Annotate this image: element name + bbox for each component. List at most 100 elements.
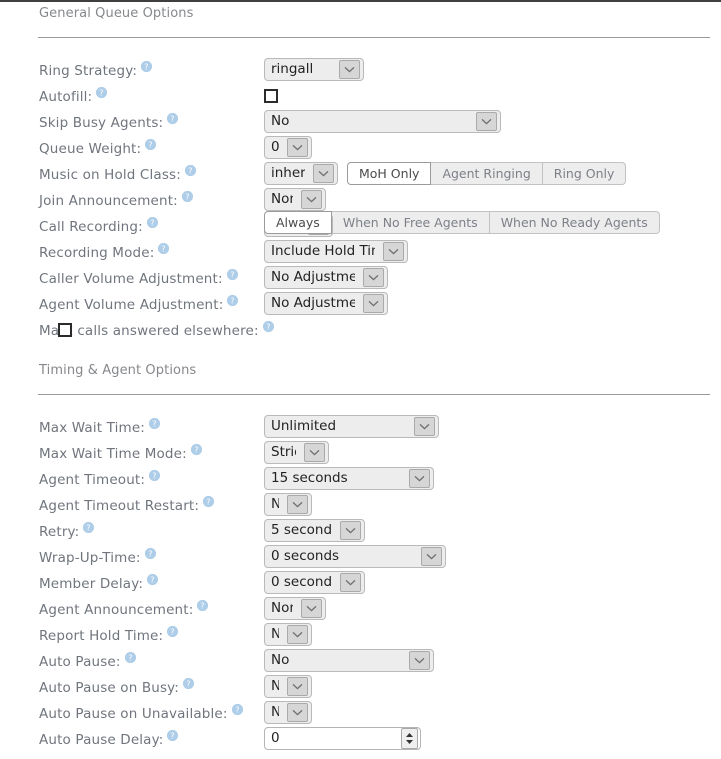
chevron-down-icon[interactable]	[409, 651, 430, 670]
help-question-icon[interactable]: ?	[183, 678, 194, 689]
button-moh-only[interactable]: MoH Only	[347, 162, 432, 185]
control-cell: Strict	[264, 441, 329, 464]
label-agent-volume-adjustment: Agent Volume Adjustment:?	[39, 292, 239, 318]
help-question-icon[interactable]: ?	[141, 61, 153, 72]
button-agent-ringing[interactable]: Agent Ringing	[431, 162, 543, 185]
select-retry[interactable]: 5 seconds	[264, 519, 365, 542]
help-question-icon[interactable]: ?	[148, 418, 160, 429]
form-row: Mark calls answered elsewhere:?	[0, 318, 721, 344]
help-question-icon[interactable]: ?	[227, 295, 239, 306]
help-question-icon[interactable]: ?	[145, 139, 157, 150]
chevron-down-icon[interactable]	[301, 599, 322, 618]
help-question-icon[interactable]: ?	[181, 191, 193, 202]
checkbox-autofill[interactable]	[264, 89, 278, 103]
chevron-down-icon[interactable]	[287, 677, 308, 696]
select-agent-timeout-restart[interactable]: No	[264, 493, 312, 516]
help-question-icon[interactable]: ?	[146, 217, 158, 228]
select-skip-busy-agents[interactable]: No	[264, 110, 501, 133]
top-border	[0, 0, 721, 2]
button-always[interactable]: Always	[264, 211, 332, 234]
select-join-announcement[interactable]: None	[264, 188, 326, 211]
checkbox-mark-calls-answered-elsewhere[interactable]	[58, 323, 72, 337]
label-wrap-up-time: Wrap-Up-Time:?	[39, 545, 156, 571]
select-caller-volume-adjustment[interactable]: No Adjustment	[264, 266, 388, 289]
chevron-down-icon[interactable]	[340, 521, 361, 540]
select-agent-announcement[interactable]: None	[264, 597, 326, 620]
form-row: Member Delay:? 0 seconds	[0, 571, 721, 597]
chevron-down-icon[interactable]	[383, 242, 404, 261]
select-auto-pause-on-unavailable[interactable]: No	[264, 701, 312, 724]
label-max-wait-time: Max Wait Time:?	[39, 415, 160, 441]
select-member-delay[interactable]: 0 seconds	[264, 571, 365, 594]
spinner-auto-pause-delay[interactable]: 0	[264, 727, 421, 750]
label-auto-pause-on-busy: Auto Pause on Busy:?	[39, 675, 194, 701]
label-auto-pause-delay: Auto Pause Delay:?	[39, 727, 179, 753]
help-question-icon[interactable]: ?	[144, 548, 156, 559]
form-row: Music on Hold Class:? inherit MoH OnlyAgen…	[0, 162, 721, 188]
control-cell: No	[264, 675, 312, 698]
select-value: 0	[271, 139, 279, 155]
label-music-on-hold-class: Music on Hold Class:?	[39, 162, 196, 188]
help-question-icon[interactable]: ?	[184, 165, 196, 176]
help-question-icon[interactable]: ?	[96, 87, 108, 98]
select-max-wait-time[interactable]: Unlimited	[264, 415, 439, 438]
help-question-icon[interactable]: ?	[190, 444, 202, 455]
help-question-icon[interactable]: ?	[124, 652, 136, 663]
select-report-hold-time[interactable]: No	[264, 623, 312, 646]
form-row: Retry:? 5 seconds	[0, 519, 721, 545]
help-question-icon[interactable]: ?	[167, 113, 179, 124]
select-wrap-up-time[interactable]: 0 seconds	[264, 545, 446, 568]
svg-text:?: ?	[171, 731, 175, 740]
chevron-down-icon[interactable]	[363, 268, 384, 287]
spinner-stepper-icon[interactable]	[401, 728, 418, 749]
chevron-down-icon[interactable]	[287, 625, 308, 644]
chevron-down-icon[interactable]	[301, 190, 322, 209]
help-question-icon[interactable]: ?	[167, 730, 179, 741]
select-queue-weight[interactable]: 0	[264, 136, 312, 159]
control-cell: 0 seconds	[264, 545, 446, 568]
chevron-down-icon[interactable]	[339, 60, 360, 79]
select-ring-strategy[interactable]: ringall	[264, 58, 364, 81]
chevron-down-icon[interactable]	[409, 469, 430, 488]
label-text: Member Delay:	[39, 576, 144, 592]
help-question-icon[interactable]: ?	[226, 269, 238, 280]
select-auto-pause-on-busy[interactable]: No	[264, 675, 312, 698]
svg-text:?: ?	[201, 601, 205, 610]
label-auto-pause-on-unavailable: Auto Pause on Unavailable:?	[39, 701, 243, 727]
help-question-icon[interactable]: ?	[167, 626, 179, 637]
select-auto-pause[interactable]: No	[264, 649, 434, 672]
chevron-down-icon[interactable]	[476, 112, 497, 131]
select-max-wait-time-mode[interactable]: Strict	[264, 441, 329, 464]
chevron-down-icon[interactable]	[414, 417, 435, 436]
chevron-down-icon[interactable]	[287, 703, 308, 722]
control-cell: No	[264, 493, 312, 516]
help-question-icon[interactable]: ?	[203, 496, 215, 507]
control-cell: No Adjustment	[264, 292, 388, 315]
label-member-delay: Member Delay:?	[39, 571, 159, 597]
select-agent-volume-adjustment[interactable]: No Adjustment	[264, 292, 388, 315]
chevron-down-icon[interactable]	[421, 547, 442, 566]
select-agent-timeout[interactable]: 15 seconds	[264, 467, 434, 490]
chevron-down-icon[interactable]	[313, 164, 334, 183]
chevron-down-icon[interactable]	[363, 294, 384, 313]
help-question-icon[interactable]: ?	[231, 704, 243, 715]
chevron-down-icon[interactable]	[287, 495, 308, 514]
svg-text:?: ?	[148, 549, 152, 558]
help-question-icon[interactable]: ?	[158, 243, 170, 254]
select-recording-mode[interactable]: Include Hold Time	[264, 240, 408, 263]
help-question-icon[interactable]: ?	[147, 574, 159, 585]
help-question-icon[interactable]: ?	[262, 321, 274, 332]
select-value: No	[271, 702, 279, 723]
help-question-icon[interactable]: ?	[149, 470, 161, 481]
select-music-on-hold-class[interactable]: inherit	[264, 162, 338, 185]
help-question-icon[interactable]: ?	[197, 600, 209, 611]
section-divider-timing	[38, 394, 710, 395]
chevron-down-icon[interactable]	[304, 443, 325, 462]
label-text: Agent Timeout Restart:	[39, 498, 200, 514]
button-ring-only[interactable]: Ring Only	[542, 162, 627, 185]
form-row: Max Wait Time Mode:? Strict	[0, 441, 721, 467]
chevron-down-icon[interactable]	[287, 138, 308, 157]
chevron-down-icon[interactable]	[340, 573, 361, 592]
help-question-icon[interactable]: ?	[83, 522, 95, 533]
button-group-music-on-hold-class: MoH Only Agent Ringing Ring Only	[347, 162, 627, 185]
